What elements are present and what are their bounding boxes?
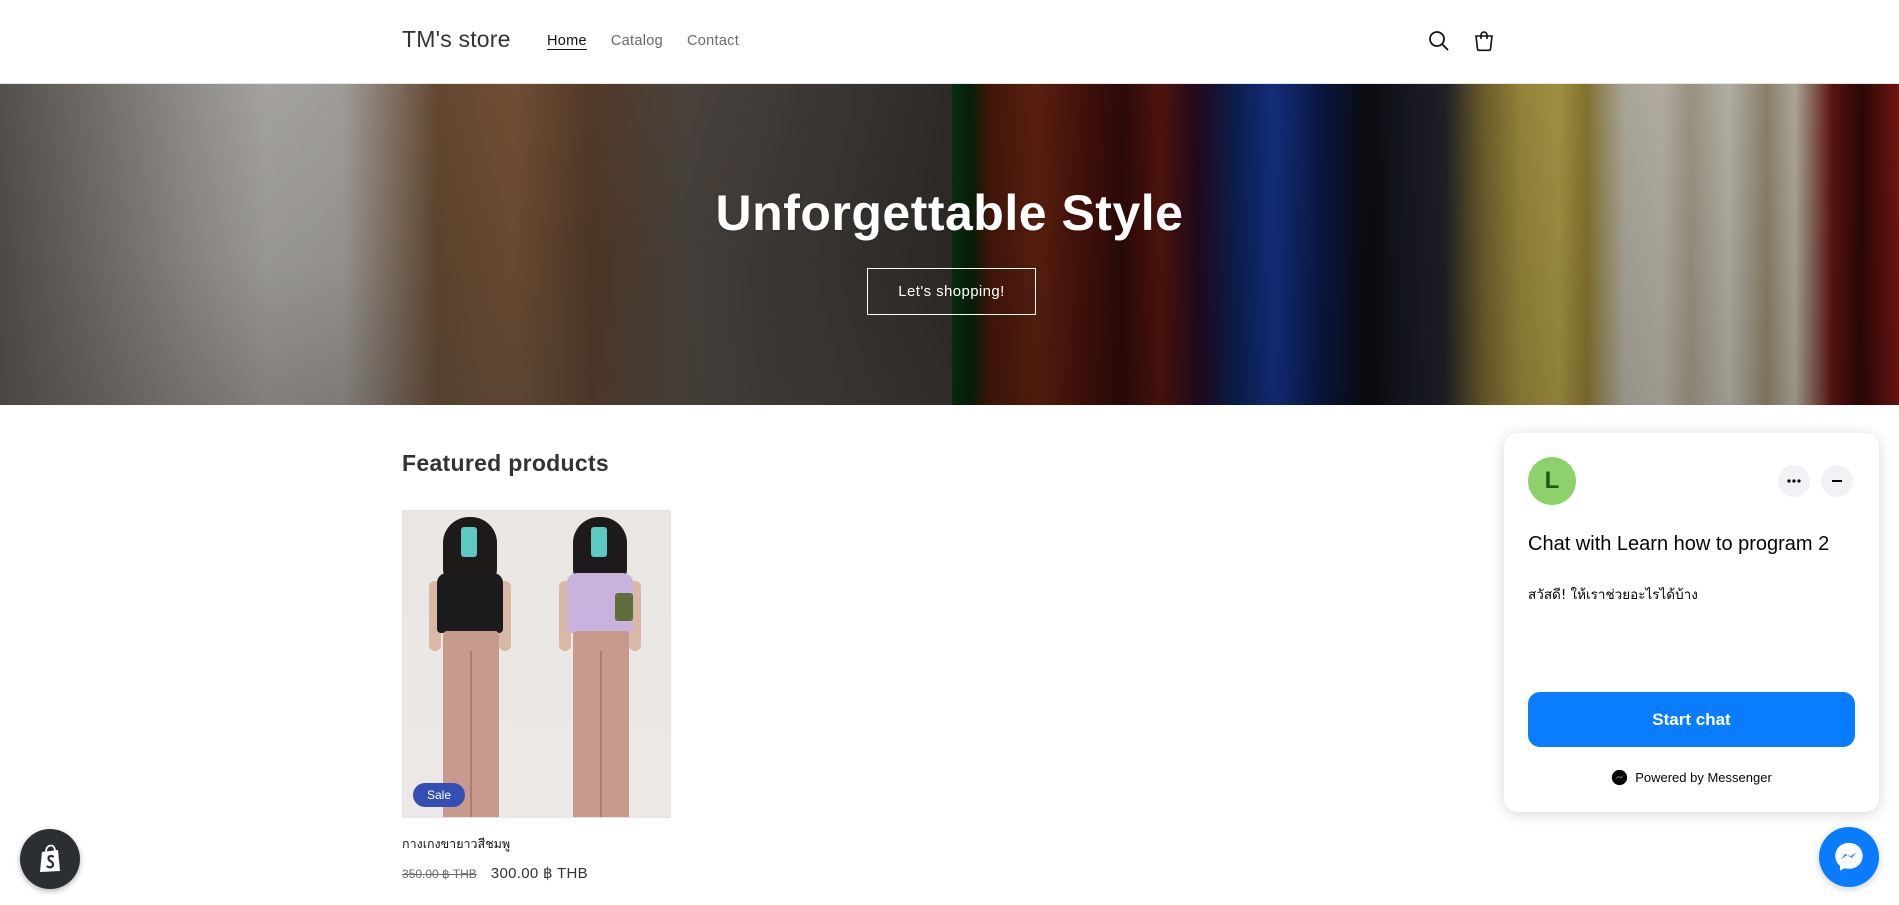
nav-contact[interactable]: Contact — [687, 33, 739, 49]
powered-by-messenger: Powered by Messenger — [1504, 769, 1879, 786]
main-nav: Home Catalog Contact — [547, 33, 739, 49]
chat-avatar: L — [1528, 457, 1576, 505]
more-options-icon[interactable] — [1778, 465, 1810, 497]
hero-banner: Unforgettable Style Let's shopping! — [0, 84, 1899, 405]
store-logo[interactable]: TM's store — [402, 26, 511, 53]
shopify-badge-button[interactable] — [20, 829, 80, 889]
messenger-chat-panel: L Chat with Learn how to program 2 สวัสด… — [1504, 433, 1879, 812]
sale-badge: Sale — [413, 783, 466, 807]
nav-home[interactable]: Home — [547, 33, 587, 49]
chat-greeting: สวัสดี! ให้เราช่วยอะไรได้บ้าง — [1528, 587, 1698, 603]
minimize-icon[interactable] — [1821, 465, 1853, 497]
nav-catalog[interactable]: Catalog — [611, 33, 663, 49]
hero-title: Unforgettable Style — [715, 185, 1184, 241]
powered-by-text: Powered by Messenger — [1635, 770, 1772, 785]
search-icon[interactable] — [1427, 29, 1451, 53]
site-header: TM's store Home Catalog Contact — [0, 0, 1899, 84]
messenger-small-icon — [1611, 769, 1628, 786]
product-name[interactable]: กางเกงขายาวสีชมพู — [402, 834, 671, 854]
hero-shop-button[interactable]: Let's shopping! — [867, 268, 1036, 315]
price-sale: 300.00 ฿ THB — [490, 865, 588, 882]
start-chat-button[interactable]: Start chat — [1528, 692, 1855, 747]
model-figure-right — [541, 511, 661, 817]
featured-products-title: Featured products — [402, 450, 610, 476]
messenger-icon — [1835, 842, 1863, 871]
chat-title: Chat with Learn how to program 2 — [1528, 533, 1830, 555]
price-original: 350.00 ฿ THB — [402, 867, 477, 881]
model-figure-left — [411, 511, 531, 817]
cart-icon[interactable] — [1472, 29, 1496, 53]
messenger-launcher-button[interactable] — [1819, 827, 1879, 887]
shopify-bag-icon — [40, 844, 60, 872]
product-image[interactable]: Sale — [402, 510, 671, 818]
price-row: 350.00 ฿ THB 300.00 ฿ THB — [402, 864, 671, 882]
hero-overlay — [0, 84, 1899, 405]
product-card[interactable]: Sale กางเกงขายาวสีชมพู 350.00 ฿ THB 300.… — [402, 510, 671, 882]
